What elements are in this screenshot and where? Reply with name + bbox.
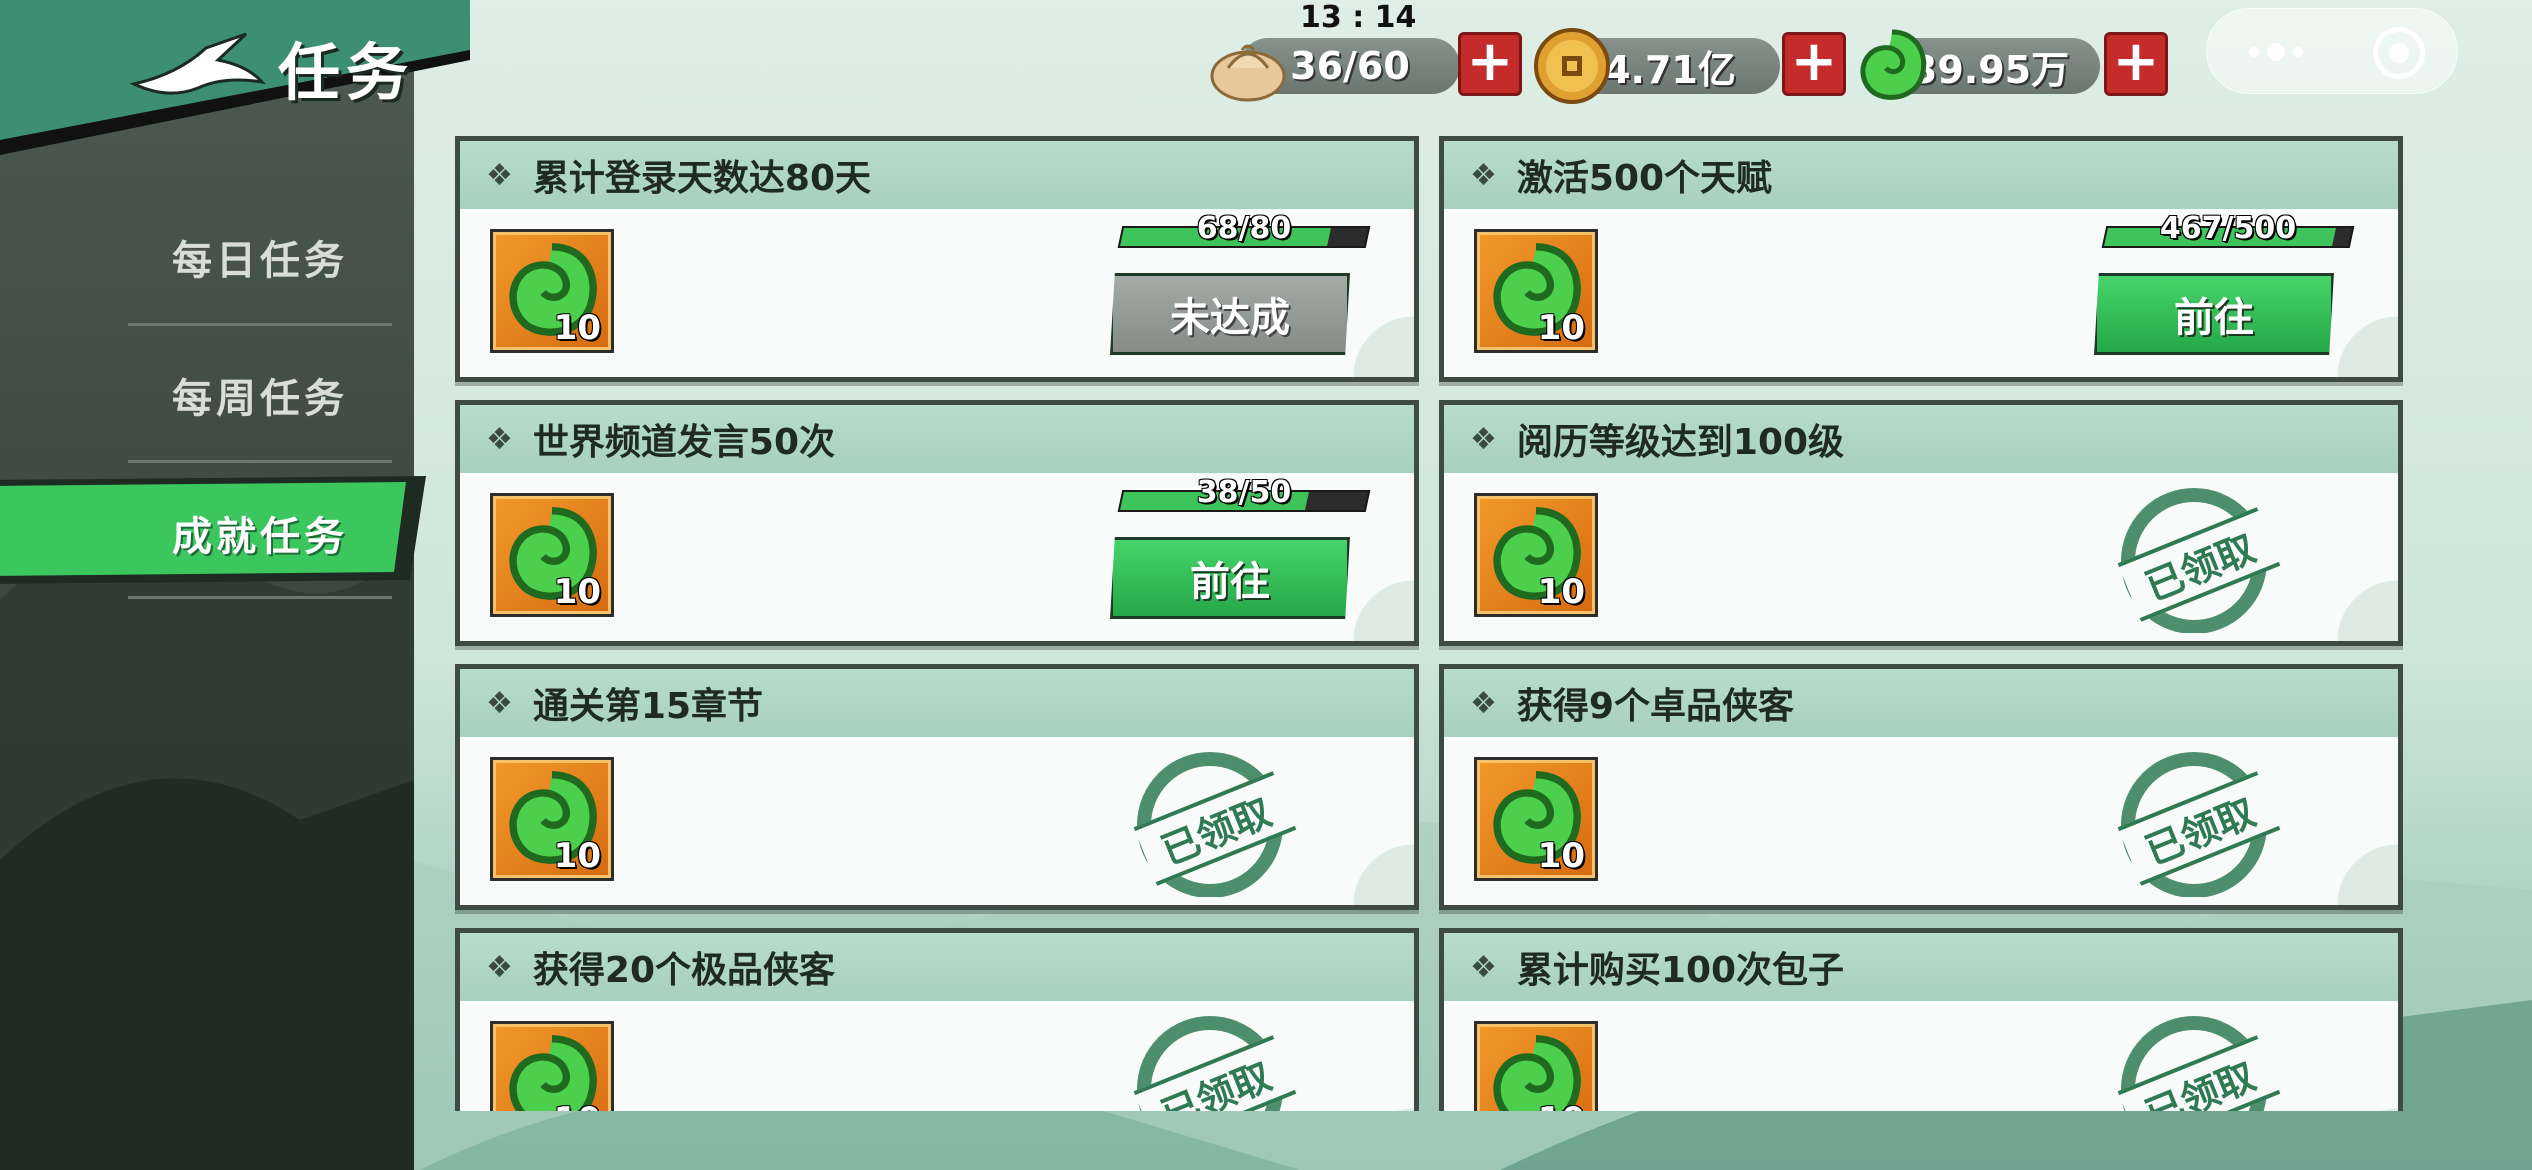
diamond-bullet-icon: ❖: [486, 949, 513, 985]
jade-icon: [509, 1035, 597, 1111]
task-title: 累计登录天数达80天: [532, 158, 872, 199]
task-title: 激活500个天赋: [1516, 158, 1773, 199]
task-card: ❖ 通关第15章节 10 已领取: [455, 664, 1419, 910]
task-card-body: 10 38/50 前往: [460, 473, 1414, 641]
task-title: 通关第15章节: [532, 686, 764, 727]
diamond-bullet-icon: ❖: [1470, 157, 1497, 193]
task-card-header: ❖ 激活500个天赋: [1444, 141, 2398, 209]
task-progress-text: 68/80: [1196, 211, 1292, 246]
not-completed-button[interactable]: 未达成: [1110, 273, 1350, 355]
reward-count: 10: [1537, 836, 1585, 876]
reward-item[interactable]: 10: [490, 1021, 614, 1111]
bun-icon: [1210, 44, 1286, 102]
swallow-logo-icon: [129, 32, 266, 95]
task-card: ❖ 获得9个卓品侠客 10 已领取: [1439, 664, 2403, 910]
reward-item[interactable]: 10: [1474, 229, 1598, 353]
task-card-body: 10 467/500 前往: [1444, 209, 2398, 377]
claimed-stamp: 已领取: [1120, 1011, 1297, 1111]
task-card-header: ❖ 获得9个卓品侠客: [1444, 669, 2398, 737]
nav-daily-tasks[interactable]: 每日任务: [128, 192, 392, 322]
task-title: 获得9个卓品侠客: [1516, 686, 1794, 727]
task-card: ❖ 世界频道发言50次 10 38/50 前往: [455, 400, 1419, 646]
task-card-body: 10 已领取: [460, 1001, 1414, 1111]
task-card: ❖ 累计购买100次包子 10 已领取: [1439, 928, 2403, 1111]
close-capsule-icon[interactable]: [2373, 27, 2425, 79]
nav-weekly-tasks[interactable]: 每周任务: [128, 330, 392, 460]
diamond-bullet-icon: ❖: [486, 685, 513, 721]
add-jade-button[interactable]: +: [2104, 32, 2168, 96]
task-title: 获得20个极品侠客: [532, 950, 836, 991]
task-card-header: ❖ 世界频道发言50次: [460, 405, 1414, 473]
task-card-header: ❖ 通关第15章节: [460, 669, 1414, 737]
diamond-bullet-icon: ❖: [1470, 949, 1497, 985]
task-card-header: ❖ 获得20个极品侠客: [460, 933, 1414, 1001]
task-card-body: 10 68/80 未达成: [460, 209, 1414, 377]
task-progress-text: 467/500: [2159, 211, 2297, 246]
diamond-bullet-icon: ❖: [1470, 685, 1497, 721]
task-title: 累计购买100次包子: [1516, 950, 1845, 991]
page-title: 任务: [278, 36, 415, 109]
task-card-header: ❖ 累计购买100次包子: [1444, 933, 2398, 1001]
task-card-body: 10 已领取: [460, 737, 1414, 905]
task-card: ❖ 累计登录天数达80天 10 68/80 未达成: [455, 136, 1419, 382]
task-card-body: 10 已领取: [1444, 737, 2398, 905]
reward-item[interactable]: 10: [1474, 757, 1598, 881]
claimed-stamp: 已领取: [2104, 483, 2281, 633]
diamond-bullet-icon: ❖: [1470, 421, 1497, 457]
reward-count: 10: [553, 308, 601, 348]
task-progress-text: 38/50: [1196, 475, 1292, 510]
go-button[interactable]: 前往: [1110, 537, 1350, 619]
reward-item[interactable]: 10: [490, 493, 614, 617]
task-card: ❖ 获得20个极品侠客 10 已领取: [455, 928, 1419, 1111]
nav-divider: [128, 323, 392, 326]
reward-count: 10: [553, 836, 601, 876]
diamond-bullet-icon: ❖: [486, 157, 513, 193]
status-clock: 13 : 14: [1300, 0, 1417, 35]
reward-item[interactable]: 10: [1474, 493, 1598, 617]
task-card-header: ❖ 阅历等级达到100级: [1444, 405, 2398, 473]
add-coin-button[interactable]: +: [1782, 32, 1846, 96]
task-card: ❖ 阅历等级达到100级 10 已领取: [1439, 400, 2403, 646]
reward-count: 10: [554, 1100, 601, 1111]
nav-achievement-tasks[interactable]: 成就任务: [128, 468, 392, 598]
nav-divider: [128, 460, 392, 463]
reward-item[interactable]: 10: [490, 229, 614, 353]
task-title: 阅历等级达到100级: [1516, 422, 1845, 463]
jade-icon: [1860, 29, 1927, 100]
reward-item[interactable]: 10: [1474, 1021, 1598, 1111]
more-menu-icon[interactable]: [2241, 31, 2331, 71]
add-bun-button[interactable]: +: [1458, 32, 1522, 96]
task-card-body: 10 已领取: [1444, 1001, 2398, 1111]
claimed-stamp: 已领取: [2104, 747, 2281, 897]
task-card-body: 10 已领取: [1444, 473, 2398, 641]
go-button[interactable]: 前往: [2094, 273, 2334, 355]
reward-count: 10: [1538, 1100, 1585, 1111]
nav-divider: [128, 596, 392, 599]
claimed-stamp: 已领取: [1120, 747, 1297, 897]
miniprogram-capsule: [2206, 8, 2458, 94]
diamond-bullet-icon: ❖: [486, 421, 513, 457]
reward-count: 10: [1537, 572, 1585, 612]
task-card-header: ❖ 累计登录天数达80天: [460, 141, 1414, 209]
task-list[interactable]: ❖ 累计登录天数达80天 10 68/80 未达成 ❖ 激活500个天赋 10 …: [455, 136, 2405, 1111]
reward-count: 10: [553, 572, 601, 612]
task-title: 世界频道发言50次: [532, 422, 836, 463]
jade-icon: [1493, 1035, 1581, 1111]
task-card: ❖ 激活500个天赋 10 467/500 前往: [1439, 136, 2403, 382]
claimed-stamp: 已领取: [2104, 1011, 2281, 1111]
reward-count: 10: [1537, 308, 1585, 348]
reward-item[interactable]: 10: [490, 757, 614, 881]
coin-icon: [1534, 28, 1610, 104]
